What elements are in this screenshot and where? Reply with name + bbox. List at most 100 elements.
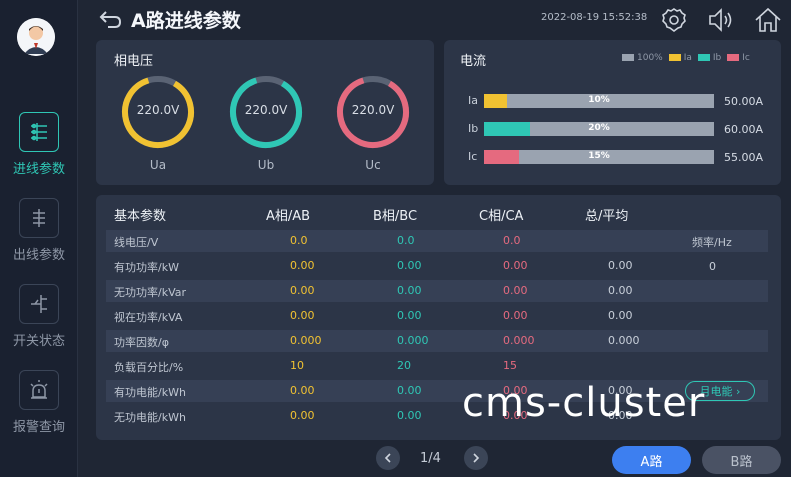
sidebar-item-label: 进线参数	[12, 162, 65, 177]
cell-b: 0.00	[397, 409, 422, 422]
table-row: 线电压/V 0.0 0.0 0.0	[106, 230, 768, 252]
back-arrow-icon[interactable]	[98, 8, 124, 34]
cell-b: 0.0	[397, 234, 415, 247]
cell-a: 0.00	[290, 259, 315, 272]
prev-page-button[interactable]	[376, 446, 400, 470]
table-header: 总/平均	[585, 209, 629, 224]
gauge-value: 220.0V	[244, 103, 288, 117]
current-name: Ic	[468, 150, 478, 163]
gauge-label: Ub	[257, 158, 275, 172]
row-label: 功率因数/φ	[114, 336, 169, 349]
cell-b: 20	[397, 359, 411, 372]
cell-a: 0.000	[290, 334, 322, 347]
table-header: 基本参数	[114, 209, 167, 224]
gauge-value: 220.0V	[136, 103, 180, 117]
current-legend: 100% Ia Ib Ic	[622, 53, 750, 63]
current-percent: 10%	[588, 95, 610, 105]
next-page-button[interactable]	[464, 446, 488, 470]
row-label: 视在功率/kVA	[114, 311, 183, 324]
sidebar-item-incoming[interactable]: 进线参数	[0, 112, 78, 192]
current-row-ib: Ib 20% 60.00A	[468, 122, 768, 136]
sidebar-item-switch-status[interactable]: 开关状态	[0, 284, 78, 364]
speaker-icon[interactable]	[706, 6, 736, 38]
gauge-uc: 220.0V Uc	[333, 72, 413, 172]
incoming-line-icon	[19, 112, 59, 152]
route-b-button[interactable]: B路	[702, 446, 781, 474]
legend-item: Ia	[668, 53, 692, 63]
table-header: B相/BC	[373, 209, 418, 224]
gauge-value: 220.0V	[351, 103, 395, 117]
header: A路进线参数 2022-08-19 15:52:38	[78, 0, 791, 40]
current-bar-track: 15%	[484, 150, 714, 164]
home-icon[interactable]	[753, 6, 783, 38]
current-bar-track: 20%	[484, 122, 714, 136]
cell-t: 0.00	[608, 259, 633, 272]
cell-a: 0.0	[290, 234, 308, 247]
cell-a: 0.00	[290, 409, 315, 422]
cell-b: 0.00	[397, 384, 422, 397]
table-row: 功率因数/φ 0.000 0.000 0.000 0.000	[106, 330, 768, 352]
avatar[interactable]	[17, 18, 55, 56]
current-value: 60.00A	[724, 123, 764, 136]
cell-c: 0.0	[503, 234, 521, 247]
current-value: 55.00A	[724, 151, 764, 164]
sidebar-item-label: 报警查询	[12, 420, 65, 435]
legend-item: Ib	[697, 53, 721, 63]
gauge-ub: 220.0V Ub	[226, 72, 306, 172]
cell-a: 10	[290, 359, 304, 372]
frequency-value: 0	[709, 260, 716, 273]
cell-a: 0.00	[290, 309, 315, 322]
gear-icon[interactable]	[660, 6, 688, 38]
table-row: 视在功率/kVA 0.00 0.00 0.00 0.00	[106, 305, 768, 327]
chevron-left-icon	[384, 453, 391, 463]
route-a-button[interactable]: A路	[612, 446, 691, 474]
current-row-ic: Ic 15% 55.00A	[468, 150, 768, 164]
table-row: 无功功率/kVar 0.00 0.00 0.00 0.00	[106, 280, 768, 302]
row-label: 线电压/V	[114, 236, 159, 249]
cell-b: 0.00	[397, 284, 422, 297]
switch-status-icon	[19, 284, 59, 324]
phase-voltage-panel: 相电压 220.0V Ua 220.0V Ub 220.0V Uc	[96, 40, 434, 185]
page-title: A路进线参数	[131, 10, 241, 32]
current-bar-track: 10%	[484, 94, 714, 108]
cell-b: 0.000	[397, 334, 429, 347]
cell-c: 0.00	[503, 259, 528, 272]
table-row: 有功功率/kW 0.00 0.00 0.00 0.00	[106, 255, 768, 277]
current-name: Ib	[468, 122, 479, 135]
cell-b: 0.00	[397, 259, 422, 272]
chevron-right-icon	[473, 453, 480, 463]
legend-item: Ic	[727, 53, 750, 63]
datetime: 2022-08-19 15:52:38	[541, 12, 648, 23]
gauge-ua: 220.0V Ua	[118, 72, 198, 172]
sidebar-item-alarm[interactable]: 报警查询	[0, 370, 78, 450]
cell-a: 0.00	[290, 384, 315, 397]
gauge-label: Uc	[365, 158, 381, 172]
table-header: A相/AB	[266, 209, 311, 224]
cell-b: 0.00	[397, 309, 422, 322]
cell-c: 0.00	[503, 284, 528, 297]
current-percent: 20%	[588, 123, 610, 133]
outgoing-line-icon	[19, 198, 59, 238]
cell-c: 0.000	[503, 334, 535, 347]
cell-t: 0.00	[608, 309, 633, 322]
current-value: 50.00A	[724, 95, 764, 108]
legend-item: 100%	[622, 53, 663, 63]
current-panel: 电流 100% Ia Ib Ic Ia 10% 50.00A Ib 20% 60…	[444, 40, 781, 185]
row-label: 无功电能/kWh	[114, 411, 186, 424]
cell-t: 0.00	[608, 284, 633, 297]
sidebar-item-outgoing[interactable]: 出线参数	[0, 198, 78, 278]
current-row-ia: Ia 10% 50.00A	[468, 94, 768, 108]
sidebar-item-label: 出线参数	[12, 248, 65, 263]
row-label: 无功功率/kVar	[114, 286, 187, 299]
frequency-label: 频率/Hz	[692, 236, 732, 249]
table-row: 负载百分比/% 10 20 15	[106, 355, 768, 377]
current-percent: 15%	[588, 151, 610, 161]
page-indicator: 1/4	[420, 451, 441, 466]
sidebar: 进线参数 出线参数 开关状态 报警查询	[0, 0, 78, 477]
gauge-label: Ua	[149, 158, 167, 172]
cell-c: 0.00	[503, 309, 528, 322]
watermark: cms-cluster	[462, 380, 706, 426]
row-label: 负载百分比/%	[114, 361, 184, 374]
cell-a: 0.00	[290, 284, 315, 297]
current-name: Ia	[468, 94, 478, 107]
